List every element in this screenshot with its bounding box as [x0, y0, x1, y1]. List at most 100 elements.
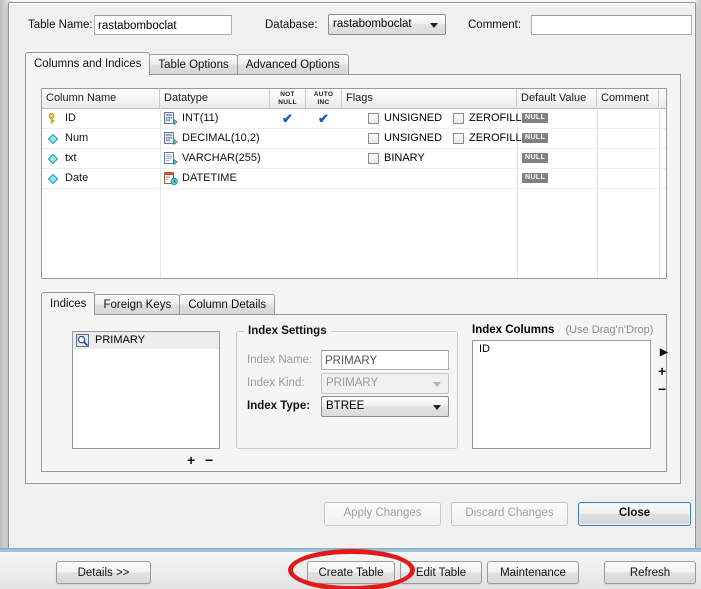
index-columns-hint: (Use Drag'n'Drop) — [565, 324, 654, 336]
index-columns-listbox[interactable]: ID — [472, 340, 651, 449]
cell-column-name: txt — [65, 152, 77, 164]
flag-zerofill-label: ZEROFILL — [469, 112, 522, 124]
table-row[interactable]: Date DATETIME NULL — [42, 169, 666, 189]
col-header-default-value[interactable]: Default Value — [517, 89, 597, 108]
flag-binary-checkbox[interactable] — [368, 153, 379, 164]
bottom-toolbar: Details >> Create Table Edit Table Maint… — [0, 551, 701, 589]
text-type-icon — [164, 152, 178, 165]
screenshot-root: Table Name: rastabomboclat Database: ras… — [0, 0, 701, 589]
cell-datatype: VARCHAR(255) — [182, 152, 261, 164]
index-kind-label: Index Kind: — [247, 377, 305, 389]
database-label: Database: — [265, 19, 318, 31]
datetime-type-icon — [164, 172, 178, 185]
expand-index-column-button[interactable]: ▶ — [660, 347, 668, 359]
table-row[interactable]: txt VARCHAR(255) BINARY NULL — [42, 149, 666, 169]
col-header-flags[interactable]: Flags — [342, 89, 517, 108]
columns-grid[interactable]: Column Name Datatype NOT NULL AUTO INC F… — [41, 88, 667, 279]
table-row[interactable]: ID INT(11) ✔ ✔ UNSIGNED ZEROFILL NULL — [42, 109, 666, 129]
default-value-null-badge: NULL — [522, 173, 549, 183]
remove-index-column-button[interactable]: − — [658, 382, 666, 396]
column-icon — [48, 174, 58, 184]
default-value-null-badge: NULL — [522, 133, 549, 143]
flag-unsigned-checkbox[interactable] — [368, 133, 379, 144]
discard-changes-button[interactable]: Discard Changes — [451, 502, 568, 526]
col-header-column-name[interactable]: Column Name — [42, 89, 160, 108]
index-icon — [76, 334, 89, 347]
cell-datatype: DATETIME — [182, 172, 237, 184]
table-name-input[interactable]: rastabomboclat — [94, 15, 232, 35]
chevron-down-icon — [430, 23, 438, 28]
default-value-null-badge: NULL — [522, 153, 549, 163]
flag-zerofill-checkbox[interactable] — [453, 133, 464, 144]
refresh-button[interactable]: Refresh — [604, 561, 696, 584]
default-value-null-badge: NULL — [522, 113, 549, 123]
index-kind-value: PRIMARY — [326, 377, 379, 389]
cell-column-name: Num — [65, 132, 89, 144]
index-name-label: Index Name: — [247, 354, 313, 366]
index-type-label: Index Type: — [247, 400, 311, 412]
flag-unsigned-label: UNSIGNED — [384, 112, 443, 124]
index-settings-title: Index Settings — [244, 325, 331, 337]
integer-type-icon — [164, 112, 178, 125]
tab-table-options[interactable]: Table Options — [149, 54, 238, 75]
index-type-select[interactable]: BTREE — [321, 396, 449, 417]
cell-column-name: ID — [65, 112, 76, 124]
columns-and-indices-panel: Column Name Datatype NOT NULL AUTO INC F… — [25, 74, 681, 484]
chevron-down-icon — [433, 405, 441, 410]
comment-label: Comment: — [468, 19, 522, 31]
apply-changes-button[interactable]: Apply Changes — [324, 502, 441, 526]
column-icon — [48, 154, 58, 164]
cell-column-name: Date — [65, 172, 89, 184]
index-columns-title: Index Columns — [472, 324, 555, 336]
create-table-button[interactable]: Create Table — [307, 561, 395, 584]
index-settings-group: Index Settings Index Name: PRIMARY Index… — [236, 325, 458, 449]
tab-column-details[interactable]: Column Details — [179, 294, 276, 315]
list-item[interactable]: PRIMARY — [73, 332, 219, 349]
main-tabstrip: Columns and Indices Table Options Advanc… — [25, 52, 349, 75]
cell-datatype: INT(11) — [182, 112, 219, 124]
add-index-column-button[interactable]: + — [658, 364, 666, 378]
add-index-button[interactable]: + — [187, 453, 195, 467]
cell-datatype: DECIMAL(10,2) — [182, 132, 260, 144]
dialog-inner: Table Name: rastabomboclat Database: ras… — [9, 3, 695, 550]
index-columns-header: Index Columns (Use Drag'n'Drop) — [472, 324, 653, 336]
tab-columns-and-indices[interactable]: Columns and Indices — [25, 52, 151, 75]
col-header-spacer — [659, 89, 666, 108]
tab-foreign-keys[interactable]: Foreign Keys — [94, 294, 181, 315]
list-item-label: PRIMARY — [95, 334, 145, 346]
index-name-input[interactable]: PRIMARY — [321, 350, 449, 370]
tab-advanced-options[interactable]: Advanced Options — [236, 54, 349, 75]
indices-panel: PRIMARY + − Index Settings Index Name: P… — [41, 314, 668, 472]
close-button[interactable]: Close — [578, 502, 691, 526]
database-select-value: rastabomboclat — [333, 18, 412, 30]
edit-table-button[interactable]: Edit Table — [400, 561, 482, 584]
flag-binary-label: BINARY — [384, 152, 425, 164]
indices-listbox[interactable]: PRIMARY — [72, 331, 220, 449]
flag-unsigned-checkbox[interactable] — [368, 113, 379, 124]
auto-inc-check-icon[interactable]: ✔ — [318, 111, 329, 127]
column-icon — [48, 134, 58, 144]
database-select[interactable]: rastabomboclat — [328, 14, 446, 35]
not-null-check-icon[interactable]: ✔ — [282, 111, 293, 127]
list-item[interactable]: ID — [473, 341, 650, 357]
maintenance-button[interactable]: Maintenance — [487, 561, 579, 584]
col-header-not-null[interactable]: NOT NULL — [270, 89, 306, 108]
flag-zerofill-checkbox[interactable] — [453, 113, 464, 124]
columns-grid-header: Column Name Datatype NOT NULL AUTO INC F… — [42, 89, 666, 109]
col-header-datatype[interactable]: Datatype — [160, 89, 270, 108]
flag-unsigned-label: UNSIGNED — [384, 132, 443, 144]
index-type-value: BTREE — [326, 400, 365, 412]
tab-indices[interactable]: Indices — [41, 292, 96, 315]
dialog-header-row: Table Name: rastabomboclat Database: ras… — [10, 14, 694, 36]
table-name-label: Table Name: — [28, 19, 93, 31]
flag-zerofill-label: ZEROFILL — [469, 132, 522, 144]
remove-index-button[interactable]: − — [205, 453, 213, 467]
table-row[interactable]: Num DECIMAL(10,2) UNSIGNED ZEROFILL NULL — [42, 129, 666, 149]
col-header-auto-inc[interactable]: AUTO INC — [306, 89, 342, 108]
primary-key-icon — [48, 113, 55, 124]
chevron-down-icon — [433, 382, 441, 387]
index-kind-select[interactable]: PRIMARY — [321, 373, 449, 394]
col-header-comment[interactable]: Comment — [597, 89, 659, 108]
comment-input[interactable] — [531, 15, 692, 35]
details-button[interactable]: Details >> — [56, 561, 151, 584]
